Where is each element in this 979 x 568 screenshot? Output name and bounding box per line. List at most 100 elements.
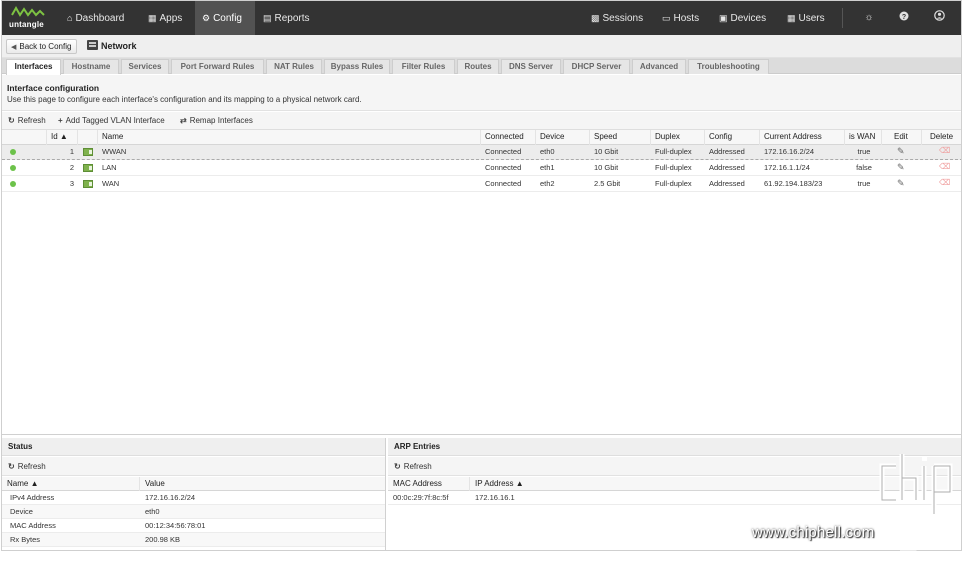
logo-text: untangle [9,20,44,29]
nav-hosts-label: Hosts [673,13,700,24]
col-device-header[interactable]: Device [536,130,590,145]
pencil-icon[interactable]: ✎ [897,178,905,189]
col-config-header[interactable]: Config [705,130,760,145]
users-icon: ▦ [787,13,796,23]
page-title-text: Network [101,41,137,51]
pencil-icon[interactable]: ✎ [897,162,905,173]
nav-users-label: Users [798,13,825,24]
arp-col-mac[interactable]: MAC Address [388,477,470,491]
col-icon-header [78,130,98,145]
status-connected-icon [10,181,16,187]
nav-dashboard[interactable]: ⌂ Dashboard [60,1,131,35]
help-icon[interactable]: ? [892,1,916,35]
tab-filter-rules[interactable]: Filter Rules [392,59,455,74]
top-nav: untangle ⌂ Dashboard ▦ Apps ⚙ Config ▤ Repor… [2,1,961,35]
col-iswan-header[interactable]: is WAN [845,130,882,145]
grid-header: Id ▲ Name Connected Device Speed Duplex … [2,130,961,145]
nav-devices-label: Devices [730,13,767,24]
intro-title: Interface configuration [7,83,100,93]
nav-config[interactable]: ⚙ Config [195,1,255,35]
nav-reports[interactable]: ▤ Reports [256,1,317,35]
status-row: Rx Bytes 200.98 KB [2,533,385,547]
network-icon [87,40,98,50]
col-id-label: Id [51,132,58,141]
pencil-icon[interactable]: ✎ [897,146,905,157]
status-row-name: IPv4 Address [10,493,55,502]
tab-dns-server[interactable]: DNS Server [501,59,561,74]
tab-hostname[interactable]: Hostname [63,59,119,74]
status-table-header: Name ▲ Value [2,477,385,491]
table-row[interactable]: 3 WAN Connected eth2 2.5 Gbit Full-duple… [2,177,961,192]
remap-interfaces-button[interactable]: ⇄ Remap Interfaces [180,115,253,127]
cell-name: LAN [102,163,117,172]
refresh-icon: ↻ [394,462,401,471]
status-row: Device eth0 [2,505,385,519]
remap-label: Remap Interfaces [189,116,253,125]
tab-advanced[interactable]: Advanced [632,59,686,74]
status-row-name: Rx Bytes [10,535,41,544]
col-address-header[interactable]: Current Address [760,130,845,145]
cell-id: 2 [69,163,74,172]
hosts-icon: ▭ [662,13,671,23]
status-connected-icon [10,149,16,155]
status-row-name: Device [10,507,33,516]
nav-sessions[interactable]: ▩ Sessions [584,1,650,35]
account-icon[interactable] [927,1,951,35]
col-delete-header: Delete [930,132,954,141]
trash-icon[interactable]: ⌫ [939,146,950,155]
shuffle-icon: ⇄ [180,116,187,125]
sort-asc-icon: ▲ [59,132,68,141]
nav-apps[interactable]: ▦ Apps [141,1,189,35]
cell-connected: Connected [485,163,522,172]
tab-dhcp-server[interactable]: DHCP Server [563,59,630,74]
status-col-name[interactable]: Name ▲ [2,477,140,491]
col-speed-header[interactable]: Speed [590,130,651,145]
back-to-config-button[interactable]: ◀ Back to Config [6,39,78,54]
cell-speed: 2.5 Gbit [594,179,621,188]
tab-interfaces[interactable]: Interfaces [6,59,61,75]
col-edit-header: Edit [882,130,922,145]
tab-services[interactable]: Services [121,59,169,74]
tab-port-forward-rules[interactable]: Port Forward Rules [171,59,264,74]
refresh-button[interactable]: ↻ Refresh [8,115,46,127]
lightbulb-icon[interactable]: ☼ [857,1,881,35]
cell-speed: 10 Gbit [594,163,619,172]
tab-nat-rules[interactable]: NAT Rules [266,59,322,74]
nav-users[interactable]: ▦ Users [780,1,832,35]
status-refresh-button[interactable]: ↻ Refresh [2,457,385,476]
cell-connected: Connected [485,147,522,156]
add-vlan-label: Add Tagged VLAN Interface [65,116,165,125]
status-panel: Status ↻ Refresh Name ▲ Value IPv4 Addres… [2,438,386,550]
trash-icon[interactable]: ⌫ [939,178,950,187]
tab-routes[interactable]: Routes [457,59,499,74]
table-row[interactable]: 1 WWAN Connected eth0 10 Gbit Full-duple… [2,145,961,160]
app-window: untangle ⌂ Dashboard ▦ Apps ⚙ Config ▤ Repor… [1,0,962,551]
table-row[interactable]: 2 LAN Connected eth1 10 Gbit Full-duplex… [2,161,961,176]
trash-icon[interactable]: ⌫ [939,162,950,171]
nav-devices[interactable]: ▣ Devices [712,1,773,35]
status-col-value[interactable]: Value [140,477,386,491]
home-icon: ⌂ [67,13,73,23]
col-name-header[interactable]: Name [98,130,481,145]
status-row: IPv4 Address 172.16.16.2/24 [2,491,385,505]
cell-device: eth0 [540,147,555,156]
col-id-header[interactable]: Id ▲ [47,130,78,145]
add-vlan-button[interactable]: + Add Tagged VLAN Interface [58,115,165,127]
network-card-icon [83,148,93,156]
tab-bypass-rules[interactable]: Bypass Rules [324,59,390,74]
grid-toolbar: ↻ Refresh + Add Tagged VLAN Interface ⇄ Rem… [2,112,961,130]
intro-panel: Interface configuration Use this page to… [2,75,961,111]
tab-troubleshooting[interactable]: Troubleshooting [688,59,769,74]
col-status-header [2,130,47,145]
col-duplex-header[interactable]: Duplex [651,130,705,145]
arp-refresh-label: Refresh [403,462,432,471]
col-connected-header[interactable]: Connected [481,130,536,145]
sessions-icon: ▩ [591,13,600,23]
nav-hosts[interactable]: ▭ Hosts [655,1,706,35]
cell-iswan: true [857,147,871,156]
untangle-logo[interactable]: untangle [9,4,57,32]
arp-refresh-button[interactable]: ↻ Refresh [388,457,961,476]
cell-id: 3 [69,179,74,188]
status-row: MAC Address 00:12:34:56:78:01 [2,519,385,533]
cell-name: WAN [102,179,120,188]
